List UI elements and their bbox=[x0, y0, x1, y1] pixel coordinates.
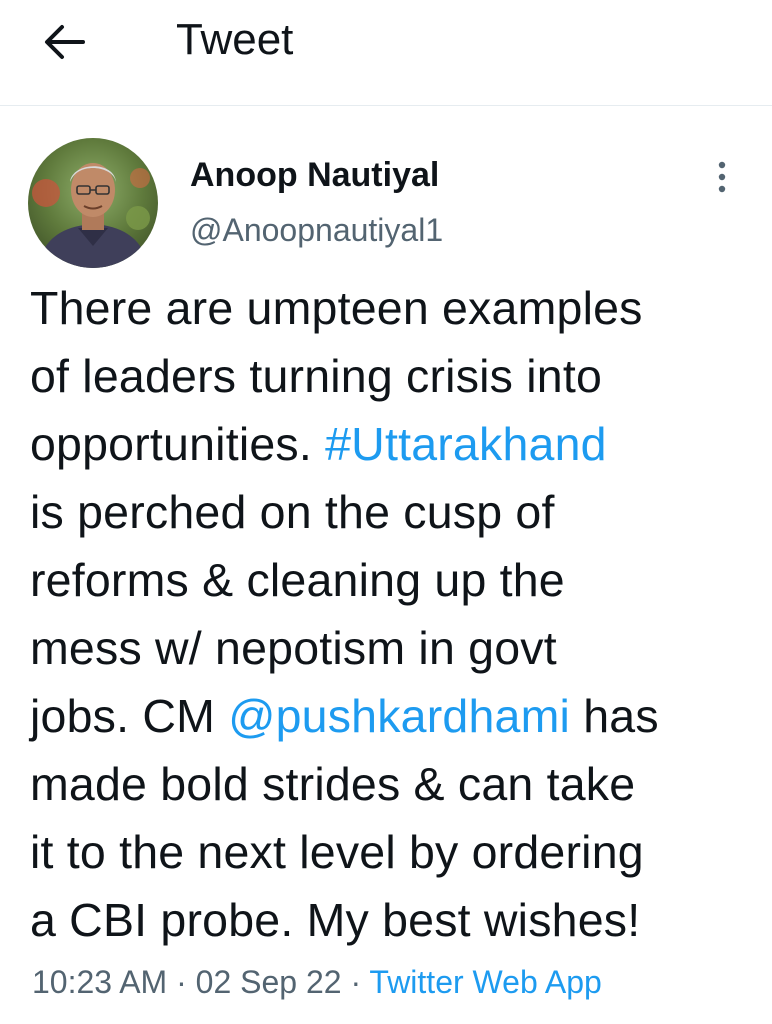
tweet-line: mess w/ nepotism in govt bbox=[30, 622, 557, 674]
tweet-date[interactable]: 02 Sep 22 bbox=[196, 964, 342, 1000]
meta-separator: · bbox=[167, 964, 196, 1000]
tweet-time[interactable]: 10:23 AM bbox=[32, 964, 167, 1000]
tweet-line: opportunities. #Uttarakhand bbox=[30, 410, 750, 478]
more-vertical-icon bbox=[718, 161, 726, 193]
tweet-line: There are umpteen examples bbox=[30, 282, 643, 334]
tweet-line: made bold strides & can take bbox=[30, 758, 636, 810]
mention-link[interactable]: @pushkardhami bbox=[228, 690, 570, 742]
tweet-text-segment: opportunities. bbox=[30, 418, 326, 470]
author-name[interactable]: Anoop Nautiyal bbox=[190, 154, 439, 196]
tweet-text: There are umpteen examples of leaders tu… bbox=[30, 274, 750, 954]
hashtag-link[interactable]: #Uttarakhand bbox=[325, 418, 607, 470]
tweet-line: reforms & cleaning up the bbox=[30, 554, 565, 606]
tweet-metadata: 10:23 AM · 02 Sep 22 · Twitter Web App bbox=[32, 960, 602, 1004]
top-bar: Tweet bbox=[0, 0, 772, 106]
avatar[interactable] bbox=[28, 138, 158, 268]
back-button[interactable] bbox=[38, 16, 90, 68]
tweet-text-segment: jobs. CM bbox=[30, 690, 229, 742]
profile-photo-icon bbox=[28, 138, 158, 268]
page-title: Tweet bbox=[176, 15, 294, 64]
more-options-button[interactable] bbox=[702, 152, 742, 202]
tweet-line: jobs. CM @pushkardhami has bbox=[30, 682, 750, 750]
tweet-text-segment: has bbox=[570, 690, 659, 742]
meta-separator: · bbox=[341, 964, 370, 1000]
tweet-line: it to the next level by ordering bbox=[30, 826, 644, 878]
tweet-line: a CBI probe. My best wishes! bbox=[30, 894, 641, 946]
tweet-detail-page: Tweet Anoop Nautiyal @Anoopnautiyal1 The… bbox=[0, 0, 772, 1024]
tweet-line: is perched on the cusp of bbox=[30, 486, 555, 538]
author-handle[interactable]: @Anoopnautiyal1 bbox=[190, 210, 443, 250]
tweet-line: of leaders turning crisis into bbox=[30, 350, 603, 402]
arrow-left-icon bbox=[45, 25, 85, 59]
tweet-source-link[interactable]: Twitter Web App bbox=[369, 964, 601, 1000]
